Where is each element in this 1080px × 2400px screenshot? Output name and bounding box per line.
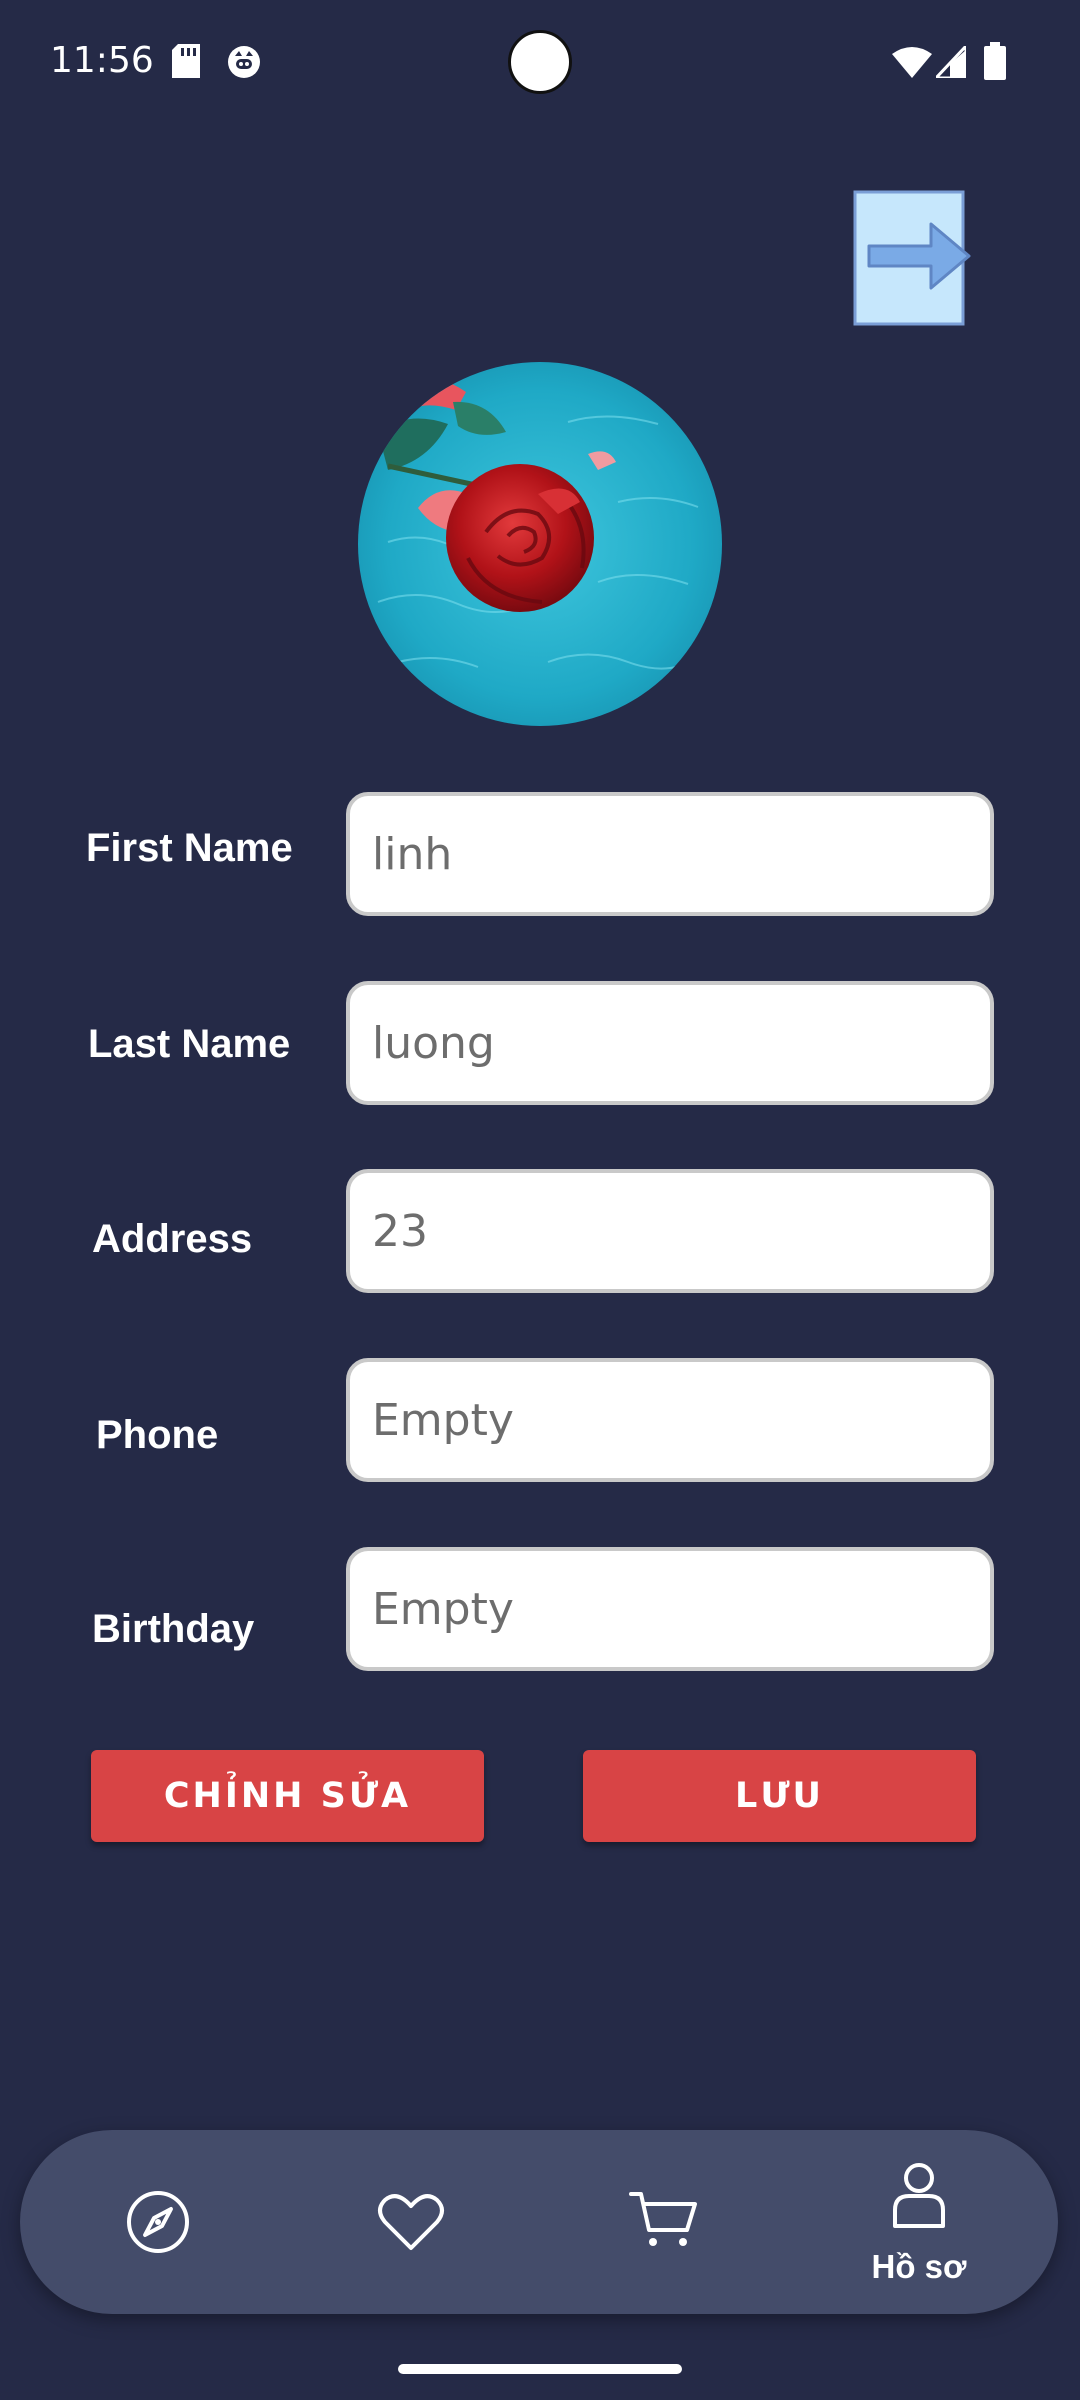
cart-icon — [629, 2192, 697, 2246]
battery-icon — [984, 42, 1006, 85]
phone-input[interactable] — [346, 1358, 994, 1482]
compass-icon — [127, 2191, 189, 2253]
avatar[interactable] — [358, 362, 722, 726]
heart-icon — [378, 2194, 444, 2250]
save-button[interactable]: LƯU — [583, 1750, 976, 1842]
status-time: 11:56 — [50, 40, 154, 81]
logout-arrow-icon — [853, 190, 971, 326]
home-indicator[interactable] — [398, 2364, 682, 2374]
bottom-nav: Hồ sơ — [20, 2130, 1058, 2314]
cellular-signal-icon — [932, 42, 968, 83]
birthday-input[interactable] — [346, 1547, 994, 1671]
last-name-input[interactable] — [346, 981, 994, 1105]
edit-button[interactable]: CHỈNH SỬA — [91, 1750, 484, 1842]
front-camera — [508, 30, 572, 94]
address-label: Address — [92, 1217, 253, 1261]
first-name-input[interactable] — [346, 792, 994, 916]
nav-item-explore[interactable] — [58, 2130, 258, 2314]
app-notification-icon — [226, 44, 262, 85]
nav-item-cart[interactable] — [565, 2130, 765, 2314]
first-name-label: First Name — [86, 826, 293, 870]
nav-item-favorites[interactable] — [311, 2130, 511, 2314]
wifi-icon — [892, 46, 932, 83]
last-name-label: Last Name — [88, 1022, 291, 1066]
phone-label: Phone — [96, 1413, 219, 1457]
status-bar: 11:56 — [0, 0, 1080, 130]
nav-label-profile: Hồ sơ — [871, 2248, 967, 2285]
logout-button[interactable] — [853, 190, 971, 328]
address-input[interactable] — [346, 1169, 994, 1293]
nav-item-profile[interactable]: Hồ sơ — [819, 2130, 1019, 2314]
sd-card-icon — [172, 44, 200, 83]
birthday-label: Birthday — [92, 1607, 255, 1651]
user-icon — [893, 2163, 945, 2228]
